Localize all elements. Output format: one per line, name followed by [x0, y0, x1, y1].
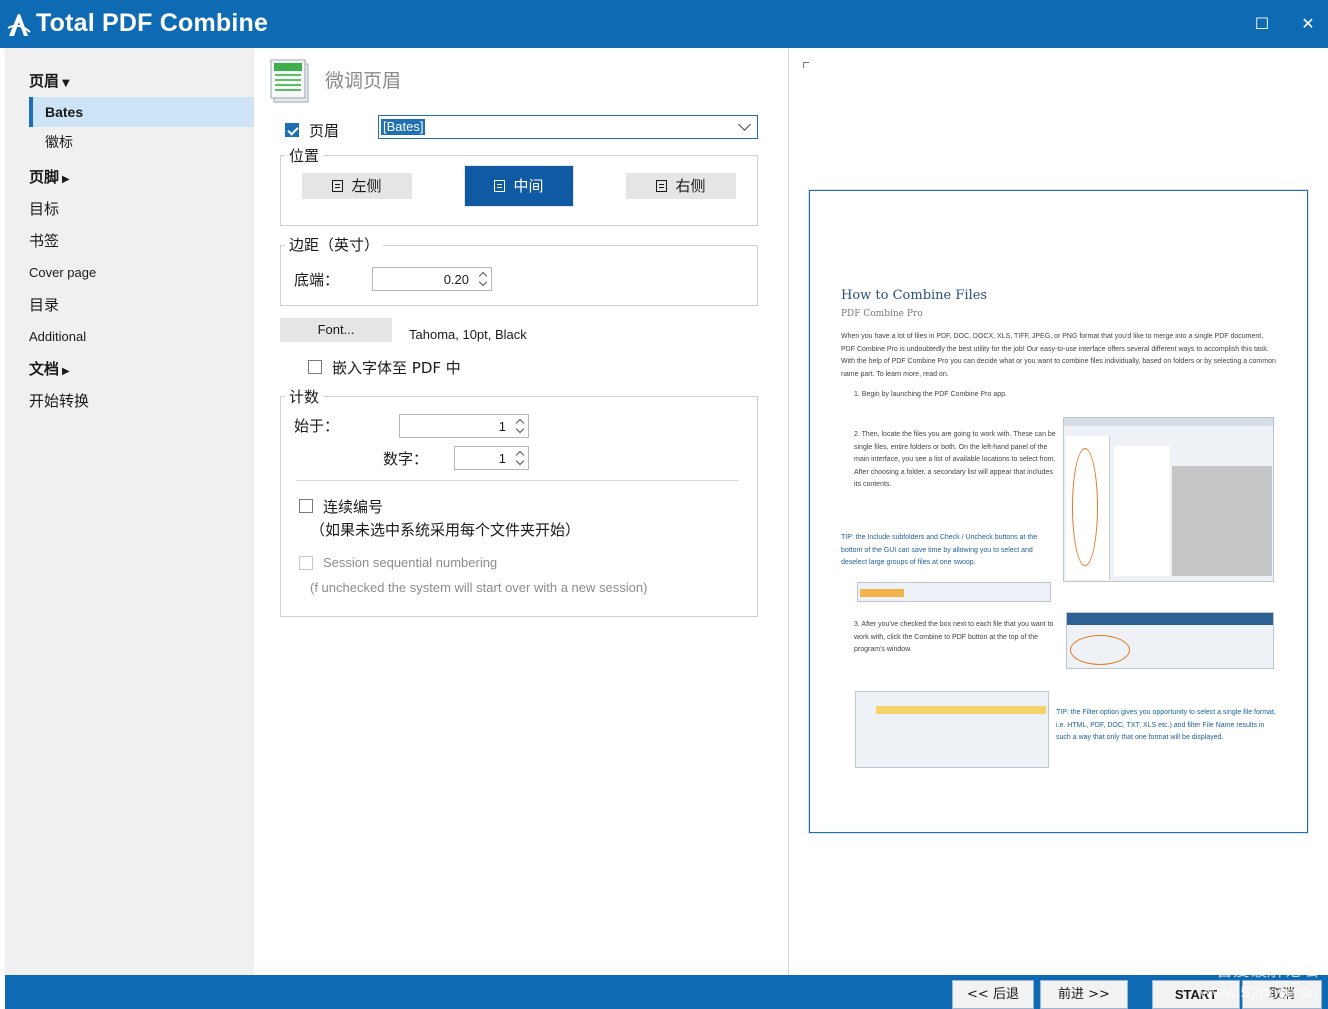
preview-step-2: 2. Then, locate the files you are going …: [854, 431, 1056, 488]
preview-screenshot-toolbar: [1066, 612, 1274, 669]
sequential-checkbox[interactable]: [299, 499, 313, 513]
start-at-label: 始于：: [294, 417, 340, 435]
start-at-value: 1: [498, 419, 506, 434]
sidebar: 页眉 ▼ Bates 徽标 页脚 ▶ 目标 书签 Cover page 目录 Add…: [5, 48, 254, 975]
preview-screenshot-buttons: [857, 582, 1051, 602]
session-note: (f unchecked the system will start over …: [310, 580, 648, 595]
preview-page[interactable]: How to Combine Files PDF Combine Pro Whe…: [809, 190, 1308, 833]
preview-pane: How to Combine Files PDF Combine Pro Whe…: [788, 48, 1328, 975]
margin-group-label: 边距（英寸）: [285, 234, 384, 255]
digits-label: 数字：: [383, 450, 429, 468]
start-button[interactable]: START: [1152, 980, 1240, 1009]
nav-item-cover-page[interactable]: Cover page: [29, 265, 96, 280]
nav-item-start-conversion[interactable]: 开始转换: [29, 390, 89, 411]
cancel-button[interactable]: 取消: [1242, 980, 1322, 1009]
nav-item-target[interactable]: 目标: [29, 198, 59, 219]
sequential-note: （如果未选中系统采用每个文件夹开始）: [310, 521, 581, 539]
title-bar: Total PDF Combine ☐ ✕: [0, 0, 1328, 48]
preview-screenshot-main: [1063, 417, 1274, 582]
nav-item-logo[interactable]: 徽标: [29, 128, 254, 158]
next-button[interactable]: 前进 >>: [1040, 980, 1128, 1009]
nav-item-toc[interactable]: 目录: [29, 294, 59, 315]
font-description: Tahoma, 10pt, Black: [409, 327, 527, 342]
align-center-button[interactable]: 中间: [464, 165, 574, 207]
header-checkbox-label: 页眉: [309, 122, 340, 140]
app-logo-icon: [7, 14, 31, 36]
chevron-down-icon: [738, 118, 751, 131]
embed-font-checkbox[interactable]: [308, 360, 322, 374]
settings-panel: 微调页眉 页眉 [Bates] 位置 左侧 中间 右侧 边距（英寸） 底端： 0…: [254, 48, 788, 975]
app-title: Total PDF Combine: [36, 9, 269, 37]
preview-step-3: 3. After you've checked the box next to …: [854, 621, 1054, 653]
maximize-icon[interactable]: ☐: [1249, 12, 1275, 36]
nav-item-additional[interactable]: Additional: [29, 329, 86, 344]
preview-doc-subtitle: PDF Combine Pro: [841, 309, 923, 319]
preview-tip-1: TIP: the Include subfolders and Check / …: [841, 534, 1038, 566]
preview-para: When you have a lot of files in PDF, DOC…: [841, 333, 1276, 378]
position-group-label: 位置: [285, 145, 324, 166]
nav-header[interactable]: 页眉 ▼: [29, 70, 70, 91]
chevron-right-icon: ▶: [62, 174, 70, 185]
spin-down-icon[interactable]: [515, 456, 525, 466]
panel-title: 微调页眉: [325, 70, 402, 92]
chevron-down-icon: ▼: [62, 78, 70, 89]
spin-down-icon[interactable]: [515, 424, 525, 434]
font-button[interactable]: Font...: [280, 318, 392, 342]
nav-item-bates[interactable]: Bates: [29, 97, 254, 127]
preview-tip-2: TIP: the Filter option gives you opportu…: [1056, 709, 1276, 741]
divider: [296, 480, 739, 481]
counter-group-label: 计数: [285, 386, 324, 407]
crop-mark-icon: [803, 62, 809, 68]
nav-footer[interactable]: 页脚 ▶: [29, 166, 70, 187]
align-left-icon: [332, 180, 344, 192]
start-at-input[interactable]: 1: [399, 414, 529, 438]
align-center-icon: [494, 180, 506, 192]
align-right-icon: [656, 180, 668, 192]
digits-value: 1: [498, 451, 506, 466]
preview-step-1: 1. Begin by launching the PDF Combine Pr…: [854, 391, 1007, 398]
embed-font-label: 嵌入字体至 PDF 中: [332, 359, 461, 377]
document-header-icon: [270, 59, 309, 103]
session-checkbox[interactable]: [299, 556, 313, 570]
nav-item-bookmarks[interactable]: 书签: [29, 230, 59, 251]
header-combo[interactable]: [Bates]: [378, 115, 758, 139]
spin-down-icon[interactable]: [478, 277, 488, 287]
chevron-right-icon: ▶: [62, 366, 70, 377]
bottom-margin-input[interactable]: 0.20: [372, 267, 492, 291]
header-checkbox[interactable]: [285, 123, 299, 137]
align-right-button[interactable]: 右侧: [626, 173, 736, 199]
nav-document[interactable]: 文档 ▶: [29, 358, 70, 379]
preview-screenshot-filter: [855, 691, 1049, 768]
header-combo-value: [Bates]: [381, 119, 426, 135]
digits-input[interactable]: 1: [454, 446, 529, 470]
bottom-bar: << 后退 前进 >> START 取消: [5, 975, 1328, 1009]
align-left-button[interactable]: 左侧: [302, 173, 412, 199]
session-label: Session sequential numbering: [323, 555, 498, 570]
close-icon[interactable]: ✕: [1295, 12, 1321, 36]
bottom-margin-label: 底端：: [294, 271, 340, 289]
preview-doc-title: How to Combine Files: [841, 288, 988, 303]
sequential-label: 连续编号: [323, 498, 384, 516]
bottom-margin-value: 0.20: [443, 272, 469, 287]
back-button[interactable]: << 后退: [952, 980, 1034, 1009]
